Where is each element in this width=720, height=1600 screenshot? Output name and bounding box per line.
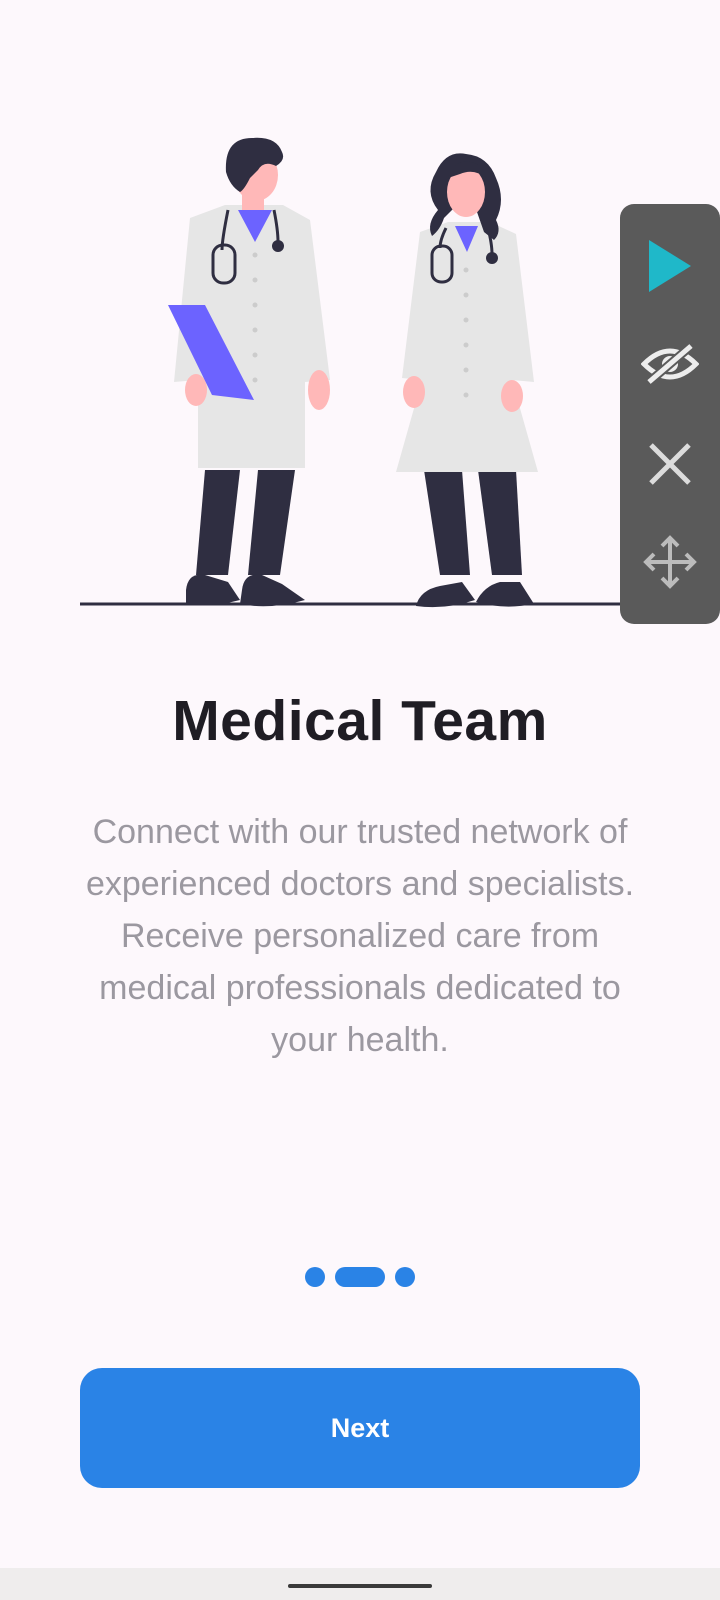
move-icon [643, 535, 697, 589]
play-icon [649, 240, 691, 292]
onboarding-description: Connect with our trusted network of expe… [85, 813, 635, 1059]
close-button[interactable] [620, 414, 720, 514]
onboarding-title: Medical Team [172, 689, 548, 753]
status-bar [0, 0, 720, 64]
page-dot-2-active[interactable] [335, 1267, 385, 1287]
eye-off-icon [641, 342, 699, 386]
page-dot-3[interactable] [395, 1267, 415, 1287]
system-navigation-bar [0, 1568, 720, 1600]
doctors-illustration [80, 137, 640, 608]
page-indicator [0, 1266, 720, 1288]
floating-toolbar [620, 204, 720, 624]
close-icon [649, 443, 691, 485]
hide-button[interactable] [620, 314, 720, 414]
female-doctor-figure [396, 153, 538, 608]
home-gesture-handle[interactable] [288, 1584, 432, 1588]
male-doctor-figure [168, 137, 330, 607]
play-button[interactable] [620, 216, 720, 316]
page-dot-1[interactable] [305, 1267, 325, 1287]
move-button[interactable] [620, 512, 720, 612]
next-button[interactable]: Next [80, 1368, 640, 1488]
